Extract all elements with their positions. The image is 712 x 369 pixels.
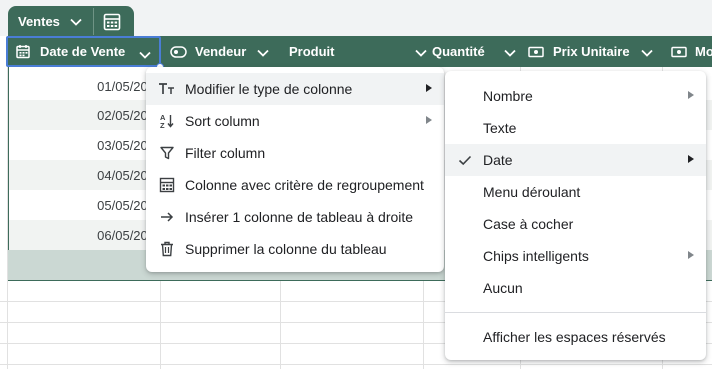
menu-item-group-by-column[interactable]: Colonne avec critère de regroupement [146,169,444,201]
trash-icon [158,240,176,258]
group-table-icon [158,176,176,194]
svg-text:Z: Z [160,121,165,129]
date-cell[interactable]: 04/05/202 [9,168,161,183]
type-option-case-a-cocher[interactable]: Case à cocher [445,208,706,240]
menu-item-label: Colonne avec critère de regroupement [185,177,424,193]
type-option-aucun[interactable]: Aucun [445,272,706,304]
menu-item-label: Modifier le type de colonne [185,81,353,97]
date-cell[interactable]: 06/05/202 [9,228,161,243]
menu-item-label: Supprimer la colonne du tableau [185,241,387,257]
type-option-nombre[interactable]: Nombre [445,80,706,112]
column-label: Prix Unitaire [553,44,630,59]
date-cell[interactable]: 01/05/202 [9,79,161,94]
menu-item-insert-column-right[interactable]: Insérer 1 colonne de tableau à droite [146,201,444,233]
column-label: Mo [695,44,712,59]
table-settings-icon[interactable] [102,12,122,32]
menu-divider [445,312,706,313]
chevron-down-icon[interactable] [139,47,151,62]
chevron-down-icon [70,14,82,29]
table-name: Ventes [18,14,60,29]
menu-item-label: Sort column [185,113,260,129]
column-label: Quantité [432,44,485,59]
menu-item-label: Aucun [483,280,523,296]
type-option-date[interactable]: Date [445,144,706,176]
currency-icon [671,46,687,58]
menu-item-show-placeholders[interactable]: Afficher les espaces réservés [445,321,706,353]
menu-item-label: Texte [483,120,517,136]
menu-item-change-column-type[interactable]: Modifier le type de colonne [146,73,444,105]
sort-az-icon: AZ [158,112,176,130]
type-option-texte[interactable]: Texte [445,112,706,144]
menu-item-label: Insérer 1 colonne de tableau à droite [185,209,414,225]
menu-item-label: Filter column [185,145,266,161]
chevron-down-icon[interactable] [641,45,653,60]
filter-icon [158,144,176,162]
menu-item-label: Afficher les espaces réservés [483,329,666,345]
date-cell[interactable]: 03/05/202 [9,138,161,153]
person-chip-icon [170,45,187,58]
check-icon [457,152,473,168]
chevron-down-icon[interactable] [415,45,427,60]
submenu-arrow-icon [688,251,694,259]
column-header-vendeur[interactable]: Vendeur [170,36,280,67]
menu-item-label: Nombre [483,88,533,104]
date-cell[interactable]: 02/05/202 [9,108,161,123]
type-option-chips-intelligents[interactable]: Chips intelligents [445,240,706,272]
chevron-down-icon[interactable] [504,45,516,60]
currency-icon [528,46,544,58]
column-header-date[interactable]: Date de Vente [6,36,161,67]
menu-item-label: Case à cocher [483,216,574,232]
tab-divider [93,8,94,35]
column-header-produit[interactable]: Produit [289,36,429,67]
arrow-right-icon [158,208,176,226]
menu-item-label: Chips intelligents [483,248,589,264]
column-header-mo[interactable]: Mo [671,36,712,67]
menu-item-label: Menu déroulant [483,184,581,200]
column-context-menu: Modifier le type de colonne AZ Sort colu… [146,67,444,272]
menu-item-delete-column[interactable]: Supprimer la colonne du tableau [146,233,444,265]
column-label: Vendeur [195,44,247,59]
date-cell[interactable]: 05/05/202 [9,198,161,213]
column-label: Date de Vente [40,44,126,59]
table-header-row: Date de Vente Vendeur Produit Quantité P… [6,36,712,67]
submenu-arrow-icon [426,84,432,92]
type-option-menu-deroulant[interactable]: Menu déroulant [445,176,706,208]
column-header-prix-unitaire[interactable]: Prix Unitaire [528,36,668,67]
chevron-down-icon[interactable] [257,45,269,60]
menu-item-sort-column[interactable]: AZ Sort column [146,105,444,137]
calendar-icon [16,44,30,59]
menu-item-filter-column[interactable]: Filter column [146,137,444,169]
text-type-icon [158,80,176,98]
column-label: Produit [289,44,335,59]
submenu-arrow-icon [688,91,694,99]
submenu-arrow-icon [426,116,432,124]
table-name-button[interactable]: Ventes [8,6,94,37]
menu-item-label: Date [483,152,513,168]
submenu-arrow-icon [688,155,694,163]
column-type-submenu: Nombre Texte Date Menu déroulant Case à … [445,71,706,360]
grid-line [0,364,712,365]
column-header-quantite[interactable]: Quantité [432,36,522,67]
table-tab: Ventes [8,6,134,37]
